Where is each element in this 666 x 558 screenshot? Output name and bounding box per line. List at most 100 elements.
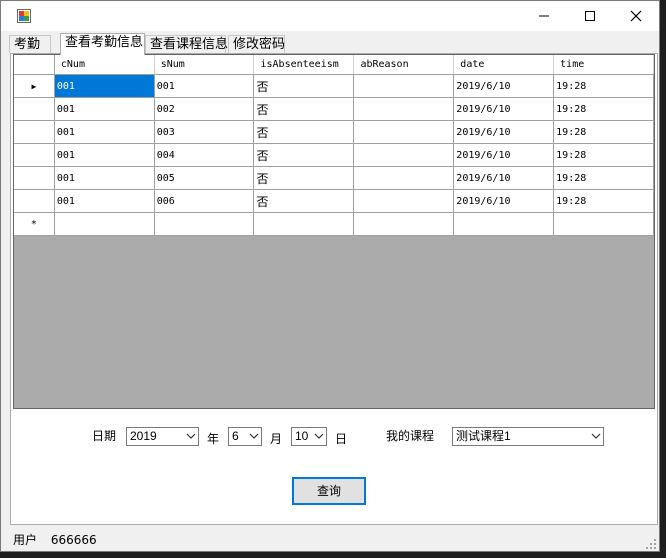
grid-cell[interactable] — [553, 212, 654, 236]
grid-cell[interactable]: 19:28 — [553, 120, 654, 144]
grid-cell[interactable] — [353, 74, 455, 98]
minimize-button[interactable] — [521, 1, 567, 31]
grid-cell[interactable]: 005 — [154, 166, 255, 190]
tab-attendance[interactable]: 考勤 — [9, 35, 51, 53]
grid-cell[interactable] — [353, 189, 455, 213]
year-unit-label: 年 — [207, 432, 220, 446]
grid-cell[interactable]: 001 — [154, 74, 255, 98]
attendance-grid[interactable]: cNum sNum isAbsenteeism abReason date ti… — [13, 54, 655, 409]
day-unit-label: 日 — [335, 432, 348, 446]
tab-change-password[interactable]: 修改密码 — [228, 35, 285, 53]
table-row[interactable]: 001 006 否 2019/6/10 19:28 — [14, 189, 654, 213]
table-row[interactable]: ▶ 001 001 否 2019/6/10 19:28 — [14, 74, 654, 98]
month-value: 6 — [232, 429, 239, 443]
grid-cell[interactable]: 001 — [54, 166, 155, 190]
maximize-icon — [585, 11, 595, 21]
title-bar[interactable] — [1, 1, 659, 31]
table-row[interactable]: 001 002 否 2019/6/10 19:28 — [14, 97, 654, 121]
grid-cell[interactable] — [154, 212, 255, 236]
grid-cell[interactable]: 2019/6/10 — [453, 143, 555, 167]
grid-cell[interactable]: 2019/6/10 — [453, 97, 555, 121]
grid-cell[interactable]: 002 — [154, 97, 255, 121]
grid-cell[interactable] — [54, 212, 155, 236]
column-header[interactable]: time — [553, 55, 654, 75]
grid-cell[interactable]: 否 — [253, 97, 355, 121]
grid-cell[interactable]: 001 — [54, 120, 155, 144]
grid-cell[interactable]: 19:28 — [553, 97, 654, 121]
grid-cell[interactable]: 2019/6/10 — [453, 74, 555, 98]
grid-cell[interactable] — [253, 212, 355, 236]
grid-cell[interactable]: 2019/6/10 — [453, 120, 555, 144]
grid-cell[interactable]: 004 — [154, 143, 255, 167]
grid-cell[interactable]: 否 — [253, 143, 355, 167]
grid-cell[interactable]: 19:28 — [553, 189, 654, 213]
grid-cell[interactable] — [353, 97, 455, 121]
main-window: 考勤 查看考勤信息 查看课程信息 修改密码 cNum sNum isAbsent… — [0, 0, 660, 552]
grid-cell[interactable]: 006 — [154, 189, 255, 213]
grid-header-row: cNum sNum isAbsenteeism abReason date ti… — [14, 55, 654, 75]
grid-cell[interactable]: 19:28 — [553, 74, 654, 98]
row-header-corner — [14, 55, 55, 75]
grid-cell[interactable]: 否 — [253, 166, 355, 190]
day-value: 10 — [295, 429, 309, 443]
chevron-down-icon — [314, 433, 324, 439]
query-button[interactable]: 查询 — [292, 477, 366, 505]
tab-view-attendance[interactable]: 查看考勤信息 — [60, 33, 145, 55]
tab-view-courses[interactable]: 查看课程信息 — [145, 35, 228, 53]
table-row[interactable]: 001 004 否 2019/6/10 19:28 — [14, 143, 654, 167]
grid-cell[interactable] — [353, 120, 455, 144]
grid-cell[interactable]: 001 — [54, 189, 155, 213]
row-header[interactable] — [14, 143, 55, 167]
grid-cell[interactable]: 19:28 — [553, 143, 654, 167]
chevron-down-icon — [249, 433, 259, 439]
grid-cell[interactable]: 否 — [253, 120, 355, 144]
maximize-button[interactable] — [567, 1, 613, 31]
column-header[interactable]: cNum — [54, 55, 155, 75]
table-row[interactable]: 001 003 否 2019/6/10 19:28 — [14, 120, 654, 144]
grid-cell[interactable]: 2019/6/10 — [453, 166, 555, 190]
resize-grip-icon[interactable] — [646, 539, 656, 549]
row-header[interactable] — [14, 166, 55, 190]
row-header[interactable] — [14, 120, 55, 144]
grid-cell[interactable] — [353, 166, 455, 190]
column-header[interactable]: isAbsenteeism — [253, 55, 355, 75]
course-value: 测试课程1 — [456, 429, 511, 443]
new-row[interactable]: * — [14, 212, 654, 236]
column-header[interactable]: abReason — [353, 55, 455, 75]
grid-cell[interactable] — [353, 143, 455, 167]
day-select[interactable]: 10 — [291, 427, 327, 446]
date-label: 日期 — [92, 429, 117, 443]
current-row-arrow-icon[interactable]: ▶ — [14, 74, 55, 98]
grid-cell[interactable]: 001 — [54, 74, 155, 98]
new-row-asterisk-icon[interactable]: * — [14, 212, 55, 236]
chevron-down-icon — [186, 433, 196, 439]
table-row[interactable]: 001 005 否 2019/6/10 19:28 — [14, 166, 654, 190]
grid-cell[interactable]: 否 — [253, 74, 355, 98]
grid-cell[interactable]: 001 — [54, 143, 155, 167]
grid-cell[interactable]: 否 — [253, 189, 355, 213]
grid-cell[interactable]: 003 — [154, 120, 255, 144]
app-icon — [17, 9, 31, 23]
row-header[interactable] — [14, 189, 55, 213]
chevron-down-icon — [591, 433, 601, 439]
minimize-icon — [539, 15, 549, 17]
column-header[interactable]: sNum — [154, 55, 255, 75]
grid-cell[interactable]: 001 — [54, 97, 155, 121]
close-button[interactable] — [613, 1, 659, 31]
year-value: 2019 — [130, 429, 157, 443]
grid-cell[interactable]: 2019/6/10 — [453, 189, 555, 213]
user-value: 666666 — [50, 533, 97, 547]
course-select[interactable]: 测试课程1 — [452, 427, 604, 446]
close-icon — [630, 10, 642, 22]
course-label: 我的课程 — [386, 429, 435, 443]
row-header[interactable] — [14, 97, 55, 121]
status-bar: 用户 666666 — [10, 529, 658, 551]
grid-cell[interactable] — [453, 212, 555, 236]
user-label: 用户 — [13, 533, 38, 547]
grid-cell[interactable]: 19:28 — [553, 166, 654, 190]
column-header[interactable]: date — [453, 55, 555, 75]
year-select[interactable]: 2019 — [126, 427, 199, 446]
month-select[interactable]: 6 — [228, 427, 262, 446]
grid-table: cNum sNum isAbsenteeism abReason date ti… — [14, 55, 654, 236]
grid-cell[interactable] — [353, 212, 455, 236]
